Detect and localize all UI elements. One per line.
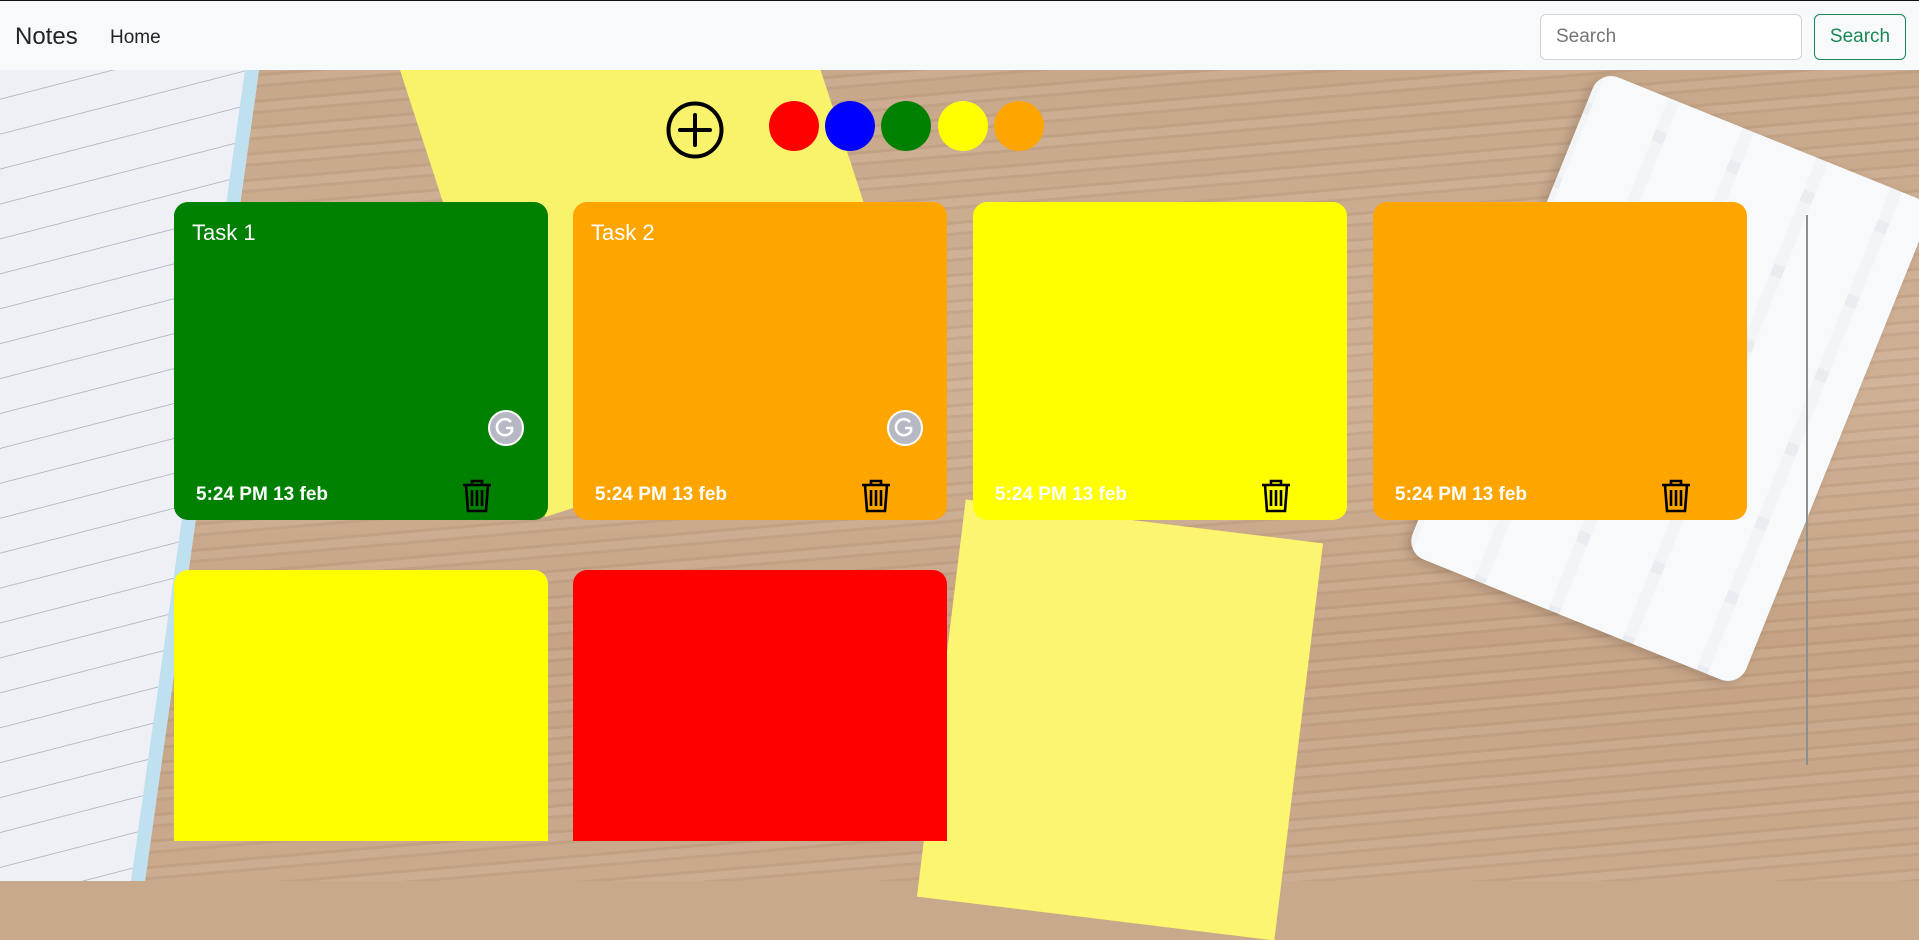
note-title[interactable]: Task 1 — [192, 220, 256, 246]
trash-icon[interactable] — [1259, 476, 1293, 514]
note-card[interactable]: 5:24 PM 13 feb — [973, 202, 1347, 520]
note-card[interactable]: Task 1 5:24 PM 13 feb — [174, 202, 548, 520]
note-timestamp: 5:24 PM 13 feb — [1395, 484, 1527, 505]
trash-icon[interactable] — [859, 476, 893, 514]
nav-link-home[interactable]: Home — [110, 27, 161, 49]
trash-icon[interactable] — [1659, 476, 1693, 514]
note-card[interactable] — [573, 570, 947, 841]
note-title[interactable]: Task 2 — [591, 220, 655, 246]
plus-circle-icon[interactable] — [666, 101, 724, 159]
note-card[interactable] — [174, 570, 548, 841]
search-input[interactable] — [1540, 14, 1802, 60]
note-timestamp: 5:24 PM 13 feb — [995, 484, 1127, 505]
stylus-decoration — [1806, 215, 1808, 765]
brand[interactable]: Notes — [15, 23, 78, 51]
grammar-assistant-icon[interactable] — [887, 410, 923, 446]
note-card[interactable]: Task 2 5:24 PM 13 feb — [573, 202, 947, 520]
trash-icon[interactable] — [460, 476, 494, 514]
grammar-assistant-icon[interactable] — [488, 410, 524, 446]
search-button[interactable]: Search — [1814, 14, 1906, 60]
color-swatch-blue[interactable] — [825, 101, 875, 151]
color-swatch-red[interactable] — [769, 101, 819, 151]
color-swatch-yellow[interactable] — [938, 101, 988, 151]
note-timestamp: 5:24 PM 13 feb — [196, 484, 328, 505]
color-swatch-green[interactable] — [881, 101, 931, 151]
color-swatch-orange[interactable] — [994, 101, 1044, 151]
note-card[interactable]: 5:24 PM 13 feb — [1373, 202, 1747, 520]
sticky-note-decoration — [916, 499, 1324, 940]
navbar: Notes Home Search — [0, 0, 1919, 70]
note-timestamp: 5:24 PM 13 feb — [595, 484, 727, 505]
